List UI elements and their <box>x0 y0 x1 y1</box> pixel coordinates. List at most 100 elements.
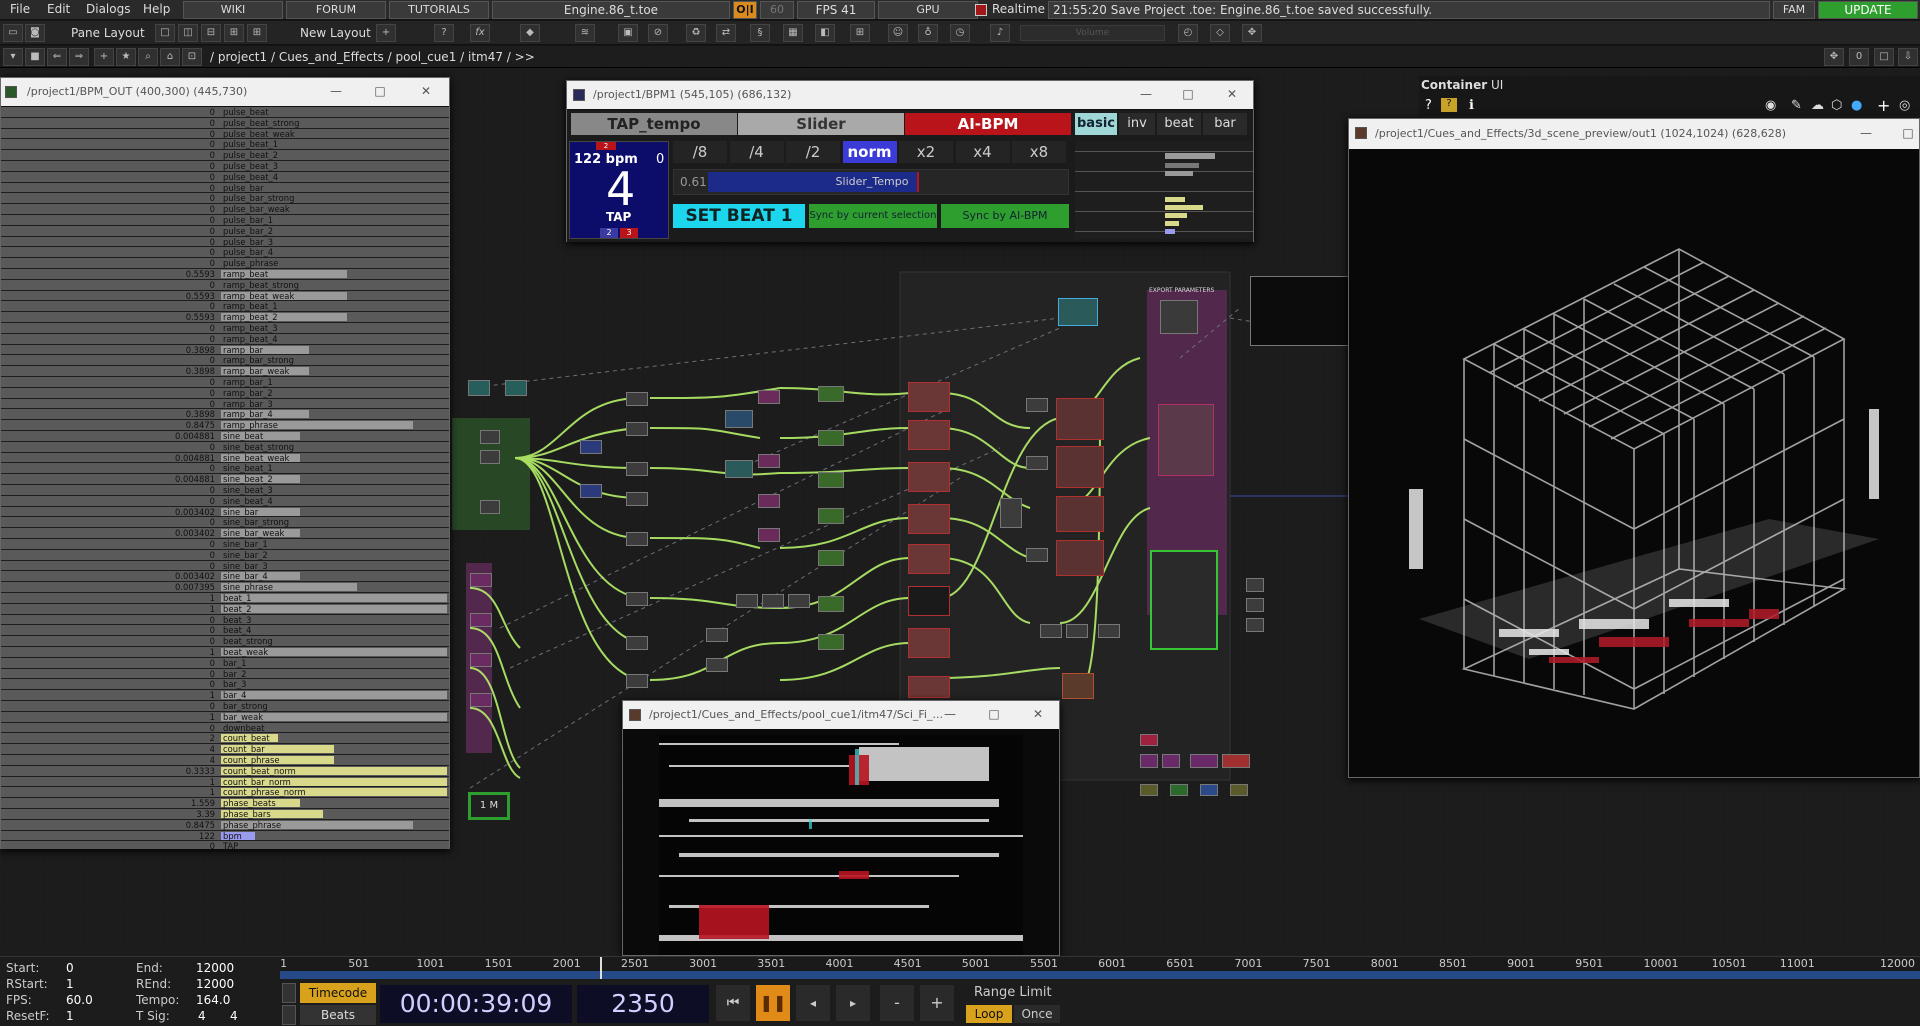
sync-ai-button[interactable]: Sync by AI-BPM <box>941 204 1069 228</box>
channel-row[interactable]: 0 ramp_beat_3 <box>1 323 449 334</box>
channel-row[interactable]: 0 ramp_beat_1 <box>1 301 449 313</box>
network-node[interactable] <box>1140 784 1158 796</box>
channel-row[interactable]: 0 bar_1 <box>1 657 449 669</box>
fam-button[interactable]: FAM <box>1773 1 1815 19</box>
mute-icon[interactable]: ♪ <box>990 24 1010 42</box>
target-icon[interactable]: ◎ <box>1899 98 1910 113</box>
close-button[interactable]: ✕ <box>1225 87 1239 101</box>
channel-row[interactable]: 0 sine_bar_1 <box>1 539 449 550</box>
tempo-slider[interactable]: 0.61 Slider_Tempo <box>673 169 1069 195</box>
layout-triple-icon[interactable]: ⊞ <box>247 24 267 42</box>
network-node[interactable] <box>1000 498 1022 528</box>
step-back-icon[interactable]: ◂ <box>796 985 830 1021</box>
fx-button[interactable]: fx <box>470 24 490 42</box>
network-node[interactable] <box>1062 673 1094 699</box>
timer-icon[interactable]: ◷ <box>950 24 970 42</box>
channel-row[interactable]: 0.8475 ramp_phrase <box>1 420 449 431</box>
network-node[interactable] <box>725 460 753 478</box>
crosshair-icon[interactable]: ✥ <box>1824 48 1844 66</box>
network-node[interactable] <box>1160 300 1198 334</box>
step-forward-icon[interactable]: ▸ <box>836 985 870 1021</box>
network-node[interactable] <box>1158 404 1214 476</box>
channel-row[interactable]: 0 pulse_beat_3 <box>1 161 449 172</box>
network-node[interactable] <box>1040 624 1062 638</box>
oi-button[interactable]: O|I <box>733 1 757 19</box>
channel-row[interactable]: 0 TAP <box>1 841 449 849</box>
channel-row[interactable]: 0 sine_beat_strong <box>1 441 449 453</box>
project-file-name[interactable]: Engine.86_t.toe <box>492 1 730 19</box>
channel-row[interactable]: 0 beat_strong <box>1 636 449 647</box>
python-icon[interactable]: ● <box>1851 98 1862 113</box>
info-icon[interactable]: ℹ <box>1469 98 1474 113</box>
network-node[interactable] <box>908 676 950 698</box>
channel-row[interactable]: 0 ramp_bar_2 <box>1 387 449 399</box>
channel-row[interactable]: 0.003402 sine_bar_4 <box>1 571 449 583</box>
network-node[interactable] <box>908 462 950 492</box>
rewind-icon[interactable]: ⏮ <box>716 985 750 1021</box>
network-node[interactable] <box>908 504 950 534</box>
table-icon[interactable]: ⊞ <box>850 24 870 42</box>
tap-tempo-tab[interactable]: TAP_tempo <box>571 113 737 135</box>
end-value[interactable]: 12000 <box>196 961 234 975</box>
network-node[interactable] <box>470 613 492 627</box>
channel-row[interactable]: 4 count_bar <box>1 744 449 755</box>
channel-row[interactable]: 0 bar_strong <box>1 701 449 712</box>
channel-row[interactable]: 0 pulse_bar_1 <box>1 215 449 226</box>
channel-row[interactable]: 0 sine_bar_3 <box>1 560 449 572</box>
channel-list[interactable]: 0 pulse_beat 0 pulse_beat_strong 0 pulse_beat… <box>1 107 449 849</box>
network-node[interactable] <box>470 573 492 587</box>
channel-row[interactable]: 1 bar_4 <box>1 690 449 701</box>
rstart-value[interactable]: 1 <box>66 977 74 991</box>
layout-split-h-icon[interactable]: ◫ <box>178 24 198 42</box>
move-icon[interactable]: ✥ <box>1242 24 1262 42</box>
network-node[interactable] <box>580 440 602 454</box>
network-node[interactable] <box>758 390 780 404</box>
network-node[interactable] <box>1066 624 1088 638</box>
channel-row[interactable]: 1 beat_2 <box>1 603 449 615</box>
gpu-button[interactable]: GPU <box>878 1 978 19</box>
ai-bpm-tab[interactable]: AI-BPM <box>905 113 1071 135</box>
resetf-value[interactable]: 1 <box>66 1009 74 1023</box>
channel-row[interactable]: 0 sine_beat_3 <box>1 485 449 496</box>
channel-row[interactable]: 0 sine_beat_4 <box>1 495 449 507</box>
home-icon[interactable]: ⌂ <box>160 48 180 66</box>
add-icon[interactable]: + <box>1877 96 1890 115</box>
network-node[interactable] <box>908 382 950 412</box>
channel-row[interactable]: 0 pulse_bar_2 <box>1 225 449 237</box>
channel-row[interactable]: 0 sine_bar_strong <box>1 517 449 529</box>
channel-row[interactable]: 0.5593 ramp_beat <box>1 269 449 280</box>
mode-bar[interactable]: bar <box>1203 113 1247 135</box>
channel-row[interactable]: 0 pulse_beat_weak <box>1 128 449 140</box>
network-node[interactable] <box>1056 496 1104 532</box>
new-layout-button[interactable]: + <box>376 24 396 42</box>
close-button[interactable]: ✕ <box>1031 707 1045 721</box>
channel-row[interactable]: 0 pulse_bar_4 <box>1 247 449 259</box>
mouse-icon[interactable]: ♁ <box>918 24 938 42</box>
maximize-button[interactable]: □ <box>987 707 1001 721</box>
channel-row[interactable]: 0 bar_2 <box>1 668 449 680</box>
rend-value[interactable]: 12000 <box>196 977 234 991</box>
network-node[interactable] <box>1190 754 1218 768</box>
channel-row[interactable]: 0 pulse_bar <box>1 182 449 194</box>
storage-icon[interactable]: ◉ <box>1765 98 1776 113</box>
channel-row[interactable]: 0 pulse_beat <box>1 107 449 118</box>
layers-icon[interactable]: ≋ <box>575 24 595 42</box>
parent-icon[interactable]: ⊡ <box>182 48 202 66</box>
network-node[interactable] <box>706 658 728 672</box>
menu-dialogs[interactable]: Dialogs <box>86 2 130 16</box>
edit-icon[interactable]: ✎ <box>1791 98 1802 113</box>
pause-icon[interactable]: ❚❚ <box>756 985 790 1021</box>
network-node[interactable] <box>1140 754 1158 768</box>
wiki-button[interactable]: WIKI <box>183 1 283 19</box>
rate-button-6[interactable]: x8 <box>1012 141 1066 163</box>
network-node[interactable] <box>626 636 648 650</box>
network-node[interactable] <box>1026 398 1048 412</box>
network-node[interactable] <box>1150 550 1218 650</box>
palette-icon[interactable]: ◆ <box>520 24 540 42</box>
network-node[interactable] <box>1230 784 1248 796</box>
network-node[interactable] <box>580 484 602 498</box>
channel-row[interactable]: 0.004881 sine_beat <box>1 431 449 442</box>
channel-row[interactable]: 0 bar_3 <box>1 679 449 691</box>
bypass-icon[interactable]: ⊘ <box>648 24 668 42</box>
rate-button-3[interactable]: norm <box>842 141 897 163</box>
